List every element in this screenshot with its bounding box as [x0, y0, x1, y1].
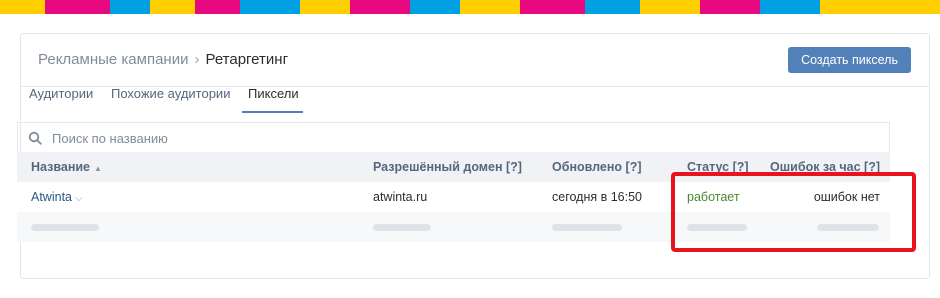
stripe-segment [110, 0, 150, 14]
sort-asc-icon: ▲ [94, 164, 102, 173]
allowed-domain: atwinta.ru [373, 190, 428, 204]
stripe-segment [460, 0, 520, 14]
stripe-segment [0, 0, 45, 14]
search-bar [17, 122, 890, 153]
top-decorative-stripe [0, 0, 940, 14]
tab-pixels[interactable]: Пиксели [248, 86, 299, 101]
stripe-segment [240, 0, 300, 14]
breadcrumb-current: Ретаргетинг [205, 51, 289, 68]
blurred-cell [373, 224, 431, 231]
stripe-segment [520, 0, 585, 14]
stripe-segment [410, 0, 460, 14]
pixel-name-link[interactable]: Atwinta ⌵ [31, 190, 83, 204]
stripe-segment [700, 0, 760, 14]
stripe-segment [760, 0, 820, 14]
blurred-cell [31, 224, 99, 231]
blurred-cell [552, 224, 622, 231]
breadcrumb-separator: › [194, 51, 200, 68]
stripe-segment [195, 0, 240, 14]
column-header-name[interactable]: Название ▲ [31, 160, 102, 174]
search-icon [28, 131, 42, 145]
panel-header: Рекламные кампании › Ретаргетинг Создать п… [21, 34, 929, 87]
breadcrumb-parent-link[interactable]: Рекламные кампании [38, 51, 188, 68]
stripe-segment [640, 0, 700, 14]
active-tab-indicator [242, 111, 303, 113]
stripe-segment [585, 0, 640, 14]
status-errors-highlight-box [671, 172, 916, 252]
search-input[interactable] [50, 123, 554, 153]
stripe-segment [150, 0, 195, 14]
create-pixel-button[interactable]: Создать пиксель [788, 47, 911, 73]
chevron-down-icon[interactable]: ⌵ [75, 193, 83, 204]
column-header-name-label: Название [31, 160, 91, 174]
stripe-segment [350, 0, 410, 14]
pixel-name: Atwinta [31, 190, 72, 204]
column-header-updated[interactable]: Обновлено [?] [552, 160, 642, 174]
breadcrumb: Рекламные кампании › Ретаргетинг [38, 51, 288, 68]
updated-time: сегодня в 16:50 [552, 190, 642, 204]
stripe-segment [300, 0, 350, 14]
stripe-segment [820, 0, 940, 14]
stripe-segment [45, 0, 110, 14]
tab-lookalike-audiences[interactable]: Похожие аудитории [111, 86, 230, 101]
tab-audiences[interactable]: Аудитории [29, 86, 93, 101]
column-header-domain[interactable]: Разрешённый домен [?] [373, 160, 522, 174]
